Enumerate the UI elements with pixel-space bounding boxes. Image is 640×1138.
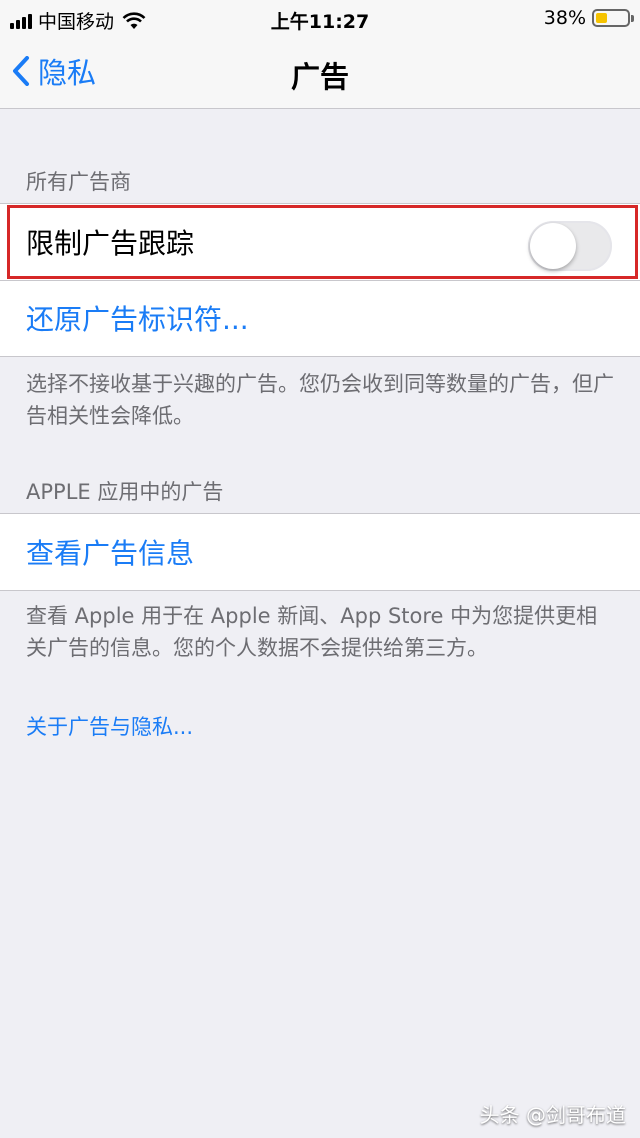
battery-icon [592, 9, 634, 27]
navigation-bar: 隐私 广告 [0, 36, 640, 109]
section-header-all-advertisers: 所有广告商 [26, 170, 131, 194]
battery-fill [596, 13, 607, 23]
reset-ad-identifier-button[interactable]: 还原广告标识符... [0, 280, 640, 356]
watermark-text: 头条 @剑哥布道 [479, 1103, 626, 1127]
section-header-apple-apps: APPLE 应用中的广告 [26, 480, 224, 504]
about-ads-privacy-link[interactable]: 关于广告与隐私... [26, 711, 193, 741]
settings-group-apple-apps: 查看广告信息 [0, 513, 640, 591]
status-bar: 中国移动 上午11:27 38% [0, 0, 640, 36]
section-footer-all-advertisers: 选择不接收基于兴趣的广告。您仍会收到同等数量的广告，但广告相关性会降低。 [26, 372, 614, 428]
section-footer-apple-apps: 查看 Apple 用于在 Apple 新闻、App Store 中为您提供更相关… [26, 604, 598, 660]
page-title: 广告 [290, 60, 349, 94]
view-ad-information-button[interactable]: 查看广告信息 [0, 514, 640, 590]
status-right: 38% [543, 7, 634, 29]
red-highlight-box [7, 205, 638, 279]
battery-percent: 38% [543, 7, 586, 29]
